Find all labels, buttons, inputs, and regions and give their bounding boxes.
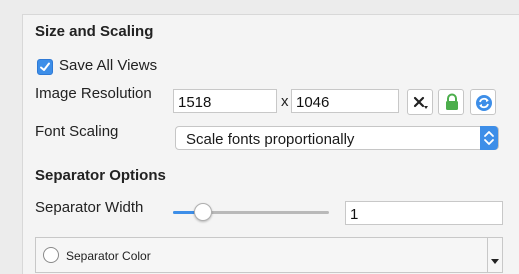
font-scaling-value: Scale fonts proportionally — [186, 131, 355, 148]
lock-aspect-button[interactable] — [438, 89, 464, 115]
select-stepper-icon — [480, 126, 498, 150]
separator-color-selector[interactable]: Separator Color — [35, 237, 503, 273]
resolution-height-field[interactable]: 1046 — [291, 89, 399, 113]
separator-width-slider[interactable] — [173, 203, 329, 223]
color-dropdown-button[interactable] — [487, 238, 502, 272]
checkmark-icon — [40, 62, 50, 71]
size-and-scaling-heading: Size and Scaling — [35, 23, 154, 40]
separator-color-label: Separator Color — [66, 249, 151, 263]
resolution-times-label: x — [281, 93, 289, 110]
save-all-views-checkbox[interactable] — [37, 59, 53, 75]
save-all-views-label: Save All Views — [59, 57, 158, 74]
clear-size-button[interactable] — [407, 89, 433, 115]
slider-thumb[interactable] — [194, 203, 212, 221]
color-swatch-icon — [43, 247, 59, 263]
image-resolution-label: Image Resolution — [35, 85, 152, 102]
lock-icon — [446, 93, 458, 110]
separator-width-label: Separator Width — [35, 199, 144, 216]
font-scaling-select[interactable]: Scale fonts proportionally — [175, 126, 499, 150]
chevron-down-icon — [491, 259, 499, 264]
font-scaling-label: Font Scaling — [35, 123, 119, 140]
refresh-icon — [476, 95, 492, 111]
x-dropdown-icon — [413, 96, 428, 109]
refresh-size-button[interactable] — [470, 89, 496, 115]
export-options-panel: Size and Scaling Save All Views Image Re… — [22, 14, 519, 274]
separator-options-heading: Separator Options — [35, 167, 166, 184]
separator-width-field[interactable]: 1 — [345, 201, 503, 225]
resolution-width-field[interactable]: 1518 — [173, 89, 277, 113]
